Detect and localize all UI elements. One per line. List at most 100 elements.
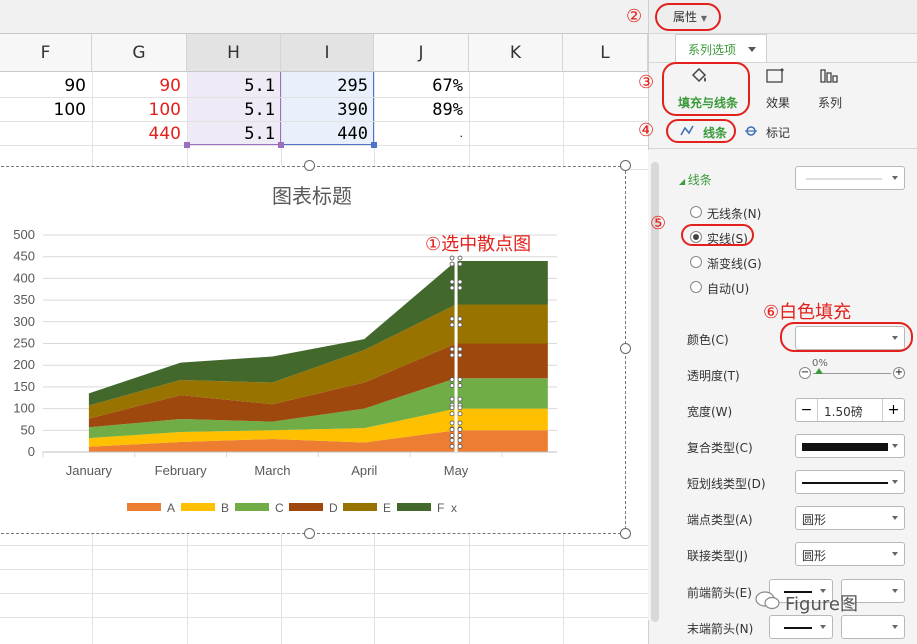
cell-j1[interactable]: 67%: [374, 74, 469, 98]
range-handle[interactable]: [371, 142, 377, 148]
column-header-f[interactable]: F: [0, 34, 92, 72]
width-increase-button[interactable]: +: [882, 399, 904, 421]
transparency-value: 0%: [812, 358, 828, 369]
scatter-point-handle: [457, 420, 463, 426]
scatter-point-handle: [449, 346, 455, 352]
scatter-point-handle: [449, 279, 455, 285]
chevron-down-icon: [748, 47, 756, 52]
cap-type-dropdown[interactable]: 圆形: [795, 506, 905, 530]
scatter-point-handle: [457, 377, 463, 382]
scatter-point-handle: [449, 443, 455, 449]
range-handle[interactable]: [278, 142, 284, 148]
chart-container[interactable]: 500 450 400 350 300 250 200 150 100 50 0 January Feb…: [0, 166, 626, 534]
chart-resize-handle[interactable]: [620, 528, 631, 539]
legend-label: E: [383, 501, 391, 515]
radio-auto-line[interactable]: [690, 281, 702, 293]
subtab-marker[interactable]: 标记: [766, 124, 790, 141]
join-type-dropdown[interactable]: 圆形: [795, 542, 905, 566]
cell-f1[interactable]: 90: [0, 74, 92, 98]
cell-i1[interactable]: 295: [281, 74, 374, 98]
y-tick-label: 250: [13, 336, 35, 351]
chart-resize-handle[interactable]: [620, 160, 631, 171]
legend-swatch: [181, 503, 215, 511]
chart-resize-handle[interactable]: [304, 160, 315, 171]
y-tick-label: 400: [13, 270, 35, 285]
legend-label: D: [329, 501, 338, 515]
scatter-point-handle: [449, 433, 455, 438]
column-letter: J: [418, 42, 424, 63]
x-tick-label: January: [66, 463, 113, 478]
scatter-point-handle: [457, 261, 463, 267]
annotation-step-5: ⑤: [650, 213, 667, 234]
legend-swatch: [235, 503, 269, 511]
chart-resize-handle[interactable]: [304, 528, 315, 539]
column-header-i[interactable]: I: [281, 34, 374, 72]
cell-f2[interactable]: 100: [0, 98, 92, 122]
radio-no-line-label: 无线条(N): [707, 207, 762, 221]
scatter-point-handle: [449, 427, 455, 432]
chart-svg: 500450400350300250200150100500January Feb…: [13, 184, 557, 515]
scatter-point-handle: [449, 405, 455, 411]
end-arrow-size-dropdown[interactable]: [841, 615, 905, 639]
column-header-g[interactable]: G: [92, 34, 187, 72]
scatter-point-handle: [449, 285, 455, 291]
y-tick-label: 450: [13, 249, 35, 264]
tab-series-options[interactable]: 系列选项: [675, 34, 767, 62]
scatter-point-handle: [457, 396, 463, 402]
y-tick-label: 200: [13, 357, 35, 372]
cell-h1[interactable]: 5.1: [187, 74, 281, 98]
collapse-triangle-icon: ◢: [679, 177, 688, 186]
cell-j3[interactable]: .: [374, 122, 469, 146]
width-stepper[interactable]: − 1.50磅 +: [795, 398, 905, 422]
radio-gradient-line[interactable]: [690, 256, 702, 268]
transparency-slider[interactable]: [813, 373, 891, 374]
scatter-point-handle: [457, 279, 463, 285]
column-header-k[interactable]: K: [469, 34, 563, 72]
end-arrow-type-dropdown[interactable]: [769, 615, 833, 639]
column-header-j[interactable]: J: [374, 34, 469, 72]
x-tick-label: April: [351, 463, 377, 478]
cell-g2[interactable]: 100: [92, 98, 187, 122]
legend-swatch: [397, 503, 431, 511]
legend-swatch: [127, 503, 161, 511]
tab-series-options-label: 系列选项: [688, 43, 737, 57]
cell-g3[interactable]: 440: [92, 122, 187, 146]
y-tick-label: 150: [13, 379, 35, 394]
cell-j2[interactable]: 89%: [374, 98, 469, 122]
column-header-l[interactable]: L: [563, 34, 648, 72]
cell-g1[interactable]: 90: [92, 74, 187, 98]
chart-resize-handle[interactable]: [620, 343, 631, 354]
wechat-logo-icon: [755, 590, 781, 610]
cell-h2[interactable]: 5.1: [187, 98, 281, 122]
scatter-point-handle: [449, 437, 455, 443]
section-line[interactable]: ◢ 线条: [679, 171, 712, 188]
dash-type-dropdown[interactable]: [795, 470, 905, 494]
category-effects[interactable]: 效果: [766, 94, 790, 111]
transparency-decrease-button[interactable]: −: [799, 367, 811, 379]
y-tick-label: 50: [21, 422, 35, 437]
transparency-label: 透明度(T): [687, 369, 740, 383]
scatter-point-handle: [449, 261, 455, 267]
radio-no-line[interactable]: [690, 206, 702, 218]
range-handle[interactable]: [184, 142, 190, 148]
x-tick-label: May: [444, 463, 469, 478]
chart-title: 图表标题: [272, 184, 352, 208]
column-letter: L: [600, 42, 610, 63]
marker-icon: [743, 123, 759, 139]
scatter-point-handle: [457, 383, 463, 388]
annotation-ring: [662, 62, 750, 116]
column-header-h[interactable]: H: [187, 34, 281, 72]
line-style-dropdown[interactable]: [795, 166, 905, 190]
compound-type-dropdown[interactable]: [795, 434, 905, 458]
cell-i2[interactable]: 390: [281, 98, 374, 122]
color-label: 颜色(C): [687, 333, 729, 347]
begin-arrow-label: 前端箭头(E): [687, 586, 752, 600]
width-decrease-button[interactable]: −: [796, 399, 818, 421]
cell-i3[interactable]: 440: [281, 122, 374, 146]
transparency-increase-button[interactable]: +: [893, 367, 905, 379]
annotation-step-4: ④: [638, 120, 655, 141]
column-letter: G: [132, 42, 146, 63]
category-series[interactable]: 系列: [818, 94, 842, 111]
width-value[interactable]: 1.50磅: [824, 403, 863, 420]
cell-h3[interactable]: 5.1: [187, 122, 281, 146]
